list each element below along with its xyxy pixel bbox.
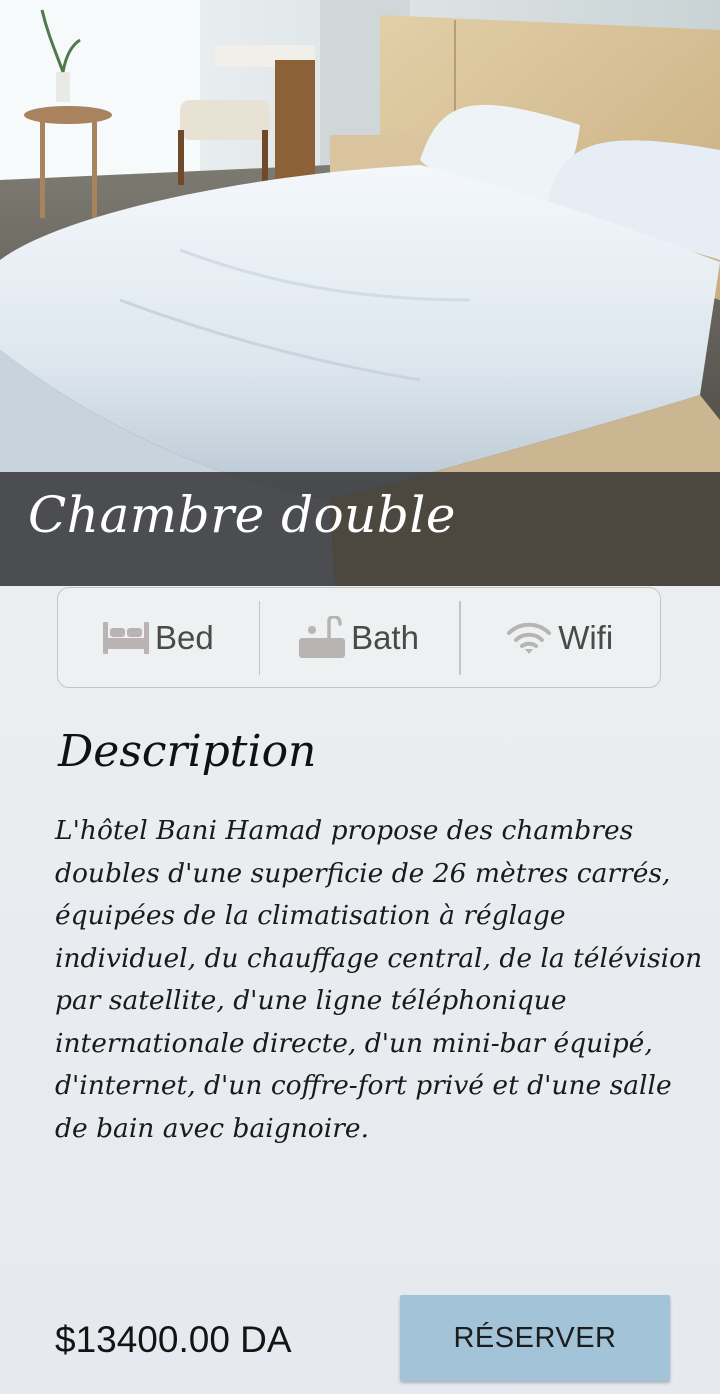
bed-icon xyxy=(102,621,149,654)
description-text: L'hôtel Bani Hamad propose des chambres … xyxy=(55,815,703,1144)
price-label: $13400.00 DA xyxy=(55,1319,292,1360)
bathtub-icon xyxy=(299,615,346,658)
description-heading: Description xyxy=(58,726,317,777)
amenity-wifi: Wifi xyxy=(459,588,660,687)
amenity-label-bed: Bed xyxy=(154,618,214,656)
amenity-bed: Bed xyxy=(58,588,259,687)
room-title: Chambre double xyxy=(28,486,456,544)
amenity-label-wifi: Wifi xyxy=(558,618,614,656)
amenity-bath: Bath xyxy=(258,588,460,687)
reserve-button[interactable]: RÉSERVER xyxy=(400,1295,670,1381)
amenity-label-bath: Bath xyxy=(351,618,419,656)
wifi-icon xyxy=(507,622,552,654)
amenities-bar: Bed Bath Wifi xyxy=(57,587,661,688)
